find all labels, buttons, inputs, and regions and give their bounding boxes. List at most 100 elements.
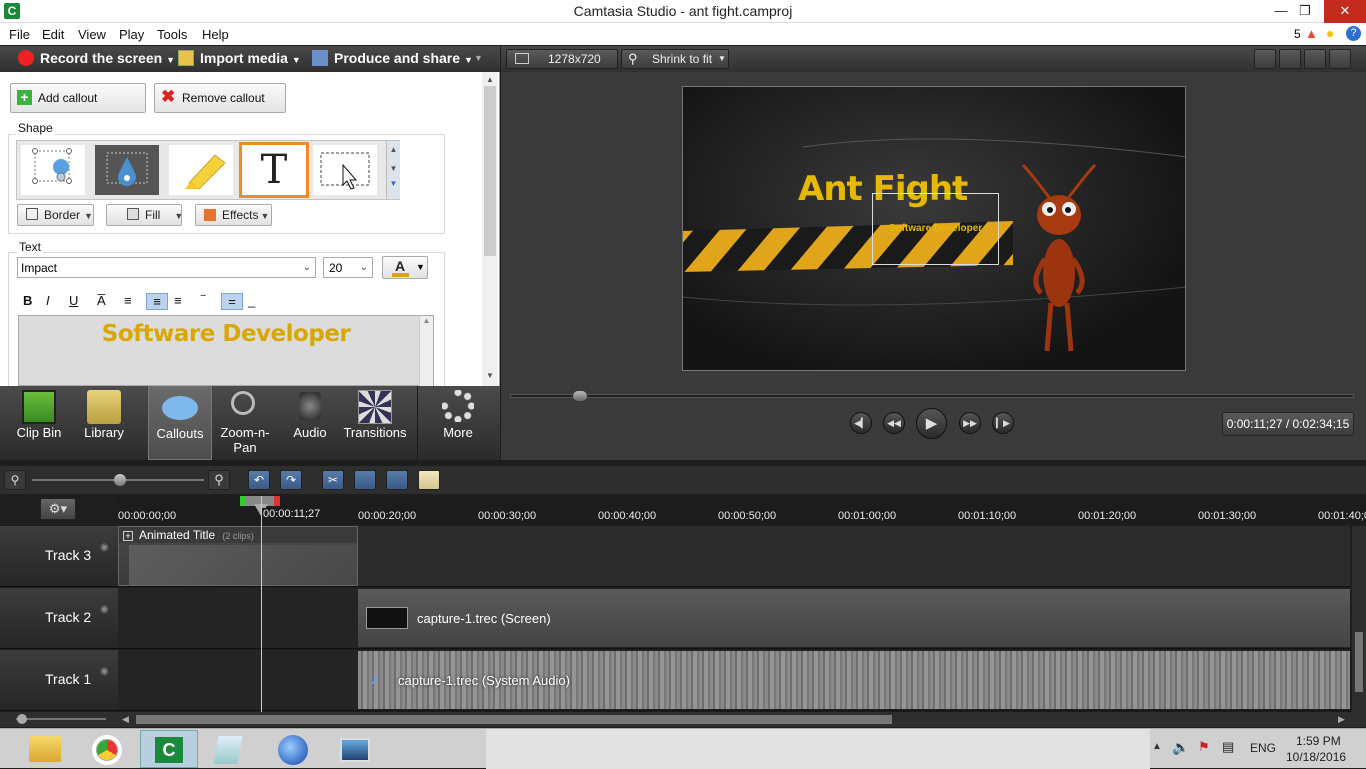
chrome-icon[interactable] <box>78 730 136 768</box>
effects-dropdown[interactable]: Effects ▼ <box>195 204 272 226</box>
copy-icon[interactable] <box>386 470 408 490</box>
zoom-slider-handle[interactable] <box>114 474 126 486</box>
track-3-lane[interactable]: + Animated Title (2 clips) <box>118 526 1350 587</box>
preview-scrubber[interactable] <box>510 394 1354 398</box>
camtasia-taskbar-icon[interactable]: C <box>140 730 198 768</box>
animated-title-clip[interactable]: + Animated Title (2 clips) <box>118 526 358 586</box>
track-3-header[interactable]: Track 3 ◉ <box>0 526 118 587</box>
editor-scrollbar[interactable]: ▲ <box>419 316 433 387</box>
shape-click-area[interactable] <box>313 145 377 195</box>
internet-explorer-icon[interactable] <box>264 730 322 768</box>
file-explorer-icon[interactable] <box>18 730 76 768</box>
redo-icon[interactable]: ↷ <box>280 470 302 490</box>
shape-text-selected[interactable]: T <box>239 142 309 198</box>
split-icon[interactable] <box>354 470 376 490</box>
help-icon[interactable]: ? <box>1346 26 1361 41</box>
jump-end-button[interactable]: ▎▶ <box>992 412 1014 434</box>
fast-forward-button[interactable]: ▶▶ <box>959 412 981 434</box>
restore-button[interactable]: ❐ <box>1292 0 1318 23</box>
track-1-lane[interactable]: ♪ capture-1.trec (System Audio) <box>118 650 1350 711</box>
menu-view[interactable]: View <box>78 27 106 42</box>
timeline-settings-gear-icon[interactable]: ⚙▾ <box>40 498 76 520</box>
undo-icon[interactable]: ↶ <box>248 470 270 490</box>
tab-library[interactable]: Library <box>76 386 132 460</box>
track-2-header[interactable]: Track 2 ◉ <box>0 588 118 649</box>
zoom-dropdown[interactable]: ⚲ Shrink to fit ▼ <box>621 49 729 69</box>
callout-text-editor[interactable]: Software Developer ▲ <box>18 315 434 387</box>
text-color-picker[interactable]: A ▼ <box>382 256 428 279</box>
border-dropdown[interactable]: Border ▼ <box>17 204 94 226</box>
tab-callouts[interactable]: Callouts <box>148 386 212 460</box>
fill-dropdown[interactable]: Fill ▼ <box>106 204 183 226</box>
scrubber-handle[interactable] <box>573 391 587 401</box>
menu-edit[interactable]: Edit <box>42 27 64 42</box>
bold-button[interactable]: B <box>23 293 32 308</box>
audio-clip[interactable]: ♪ capture-1.trec (System Audio) <box>358 651 1350 709</box>
track-1-header[interactable]: Track 1 ◉ <box>0 650 118 711</box>
track-2-lock-icon[interactable]: ◉ <box>100 604 109 615</box>
tab-zoom-n-pan[interactable]: Zoom-n- Pan <box>216 386 274 460</box>
valign-top-icon[interactable]: ‾ <box>201 293 205 308</box>
dimensions-button[interactable]: 1278x720 <box>506 49 618 69</box>
record-screen-button[interactable]: Record the screen ▼ <box>18 50 175 66</box>
underline-button[interactable]: U <box>69 293 78 308</box>
clock-date[interactable]: 10/18/2016 <box>1286 750 1346 764</box>
add-callout-button[interactable]: + Add callout <box>10 83 146 113</box>
zoom-in-icon[interactable]: ⚲ <box>208 470 230 490</box>
notepad-icon[interactable] <box>200 730 258 768</box>
align-right-icon[interactable]: ≡ <box>174 293 182 308</box>
video-canvas[interactable]: Ant Fight Software Developer <box>682 86 1186 371</box>
panel-scrollbar[interactable]: ▲ ▼ <box>482 72 498 386</box>
clock-time[interactable]: 1:59 PM <box>1296 734 1341 748</box>
timeline-vertical-scrollbar[interactable] <box>1352 526 1366 712</box>
shape-drop-dark[interactable] <box>95 145 159 195</box>
produce-share-button[interactable]: Produce and share ▼ <box>312 50 473 66</box>
font-select[interactable]: Impact ⌄ <box>17 257 316 278</box>
valign-bottom-icon[interactable]: _ <box>248 293 255 308</box>
menu-help[interactable]: Help <box>202 27 229 42</box>
minimize-button[interactable]: — <box>1268 0 1294 23</box>
notification-bell-icon[interactable]: ▲ <box>1305 26 1318 41</box>
photos-icon[interactable] <box>326 730 384 768</box>
valign-middle-icon[interactable]: = <box>221 293 243 310</box>
font-effects-icon[interactable]: A̅ <box>97 293 106 308</box>
tab-audio[interactable]: Audio <box>284 386 336 460</box>
tab-clip-bin[interactable]: Clip Bin <box>8 386 70 460</box>
callout-selection-box[interactable]: Software Developer <box>872 193 999 265</box>
font-size-select[interactable]: 20 ⌄ <box>323 257 373 278</box>
toolbar-overflow-icon[interactable]: ▼ <box>474 53 483 63</box>
track-2-lane[interactable]: capture-1.trec (Screen) <box>118 588 1350 649</box>
rewind-button[interactable]: ◀◀ <box>883 412 905 434</box>
language-indicator[interactable]: ENG <box>1250 741 1276 755</box>
screen-capture-clip[interactable]: capture-1.trec (Screen) <box>358 589 1350 647</box>
shape-bubble-blue[interactable] <box>21 145 85 195</box>
menu-play[interactable]: Play <box>119 27 144 42</box>
track-3-lock-icon[interactable]: ◉ <box>100 542 109 553</box>
paste-icon[interactable] <box>418 470 440 490</box>
italic-button[interactable]: I <box>46 293 50 308</box>
tab-more[interactable]: More <box>428 386 488 460</box>
action-center-icon[interactable]: ⚑ <box>1198 739 1210 755</box>
cut-icon[interactable]: ✂ <box>322 470 344 490</box>
track-1-lock-icon[interactable]: ◉ <box>100 666 109 677</box>
remove-callout-button[interactable]: ✖ Remove callout <box>154 83 286 113</box>
menu-tools[interactable]: Tools <box>157 27 187 42</box>
menu-file[interactable]: File <box>9 27 30 42</box>
tray-expand-icon[interactable]: ▲ <box>1152 741 1162 752</box>
lightbulb-icon[interactable]: ● <box>1326 25 1334 41</box>
import-media-button[interactable]: Import media ▼ <box>178 50 301 66</box>
pan-hand-icon[interactable] <box>1279 49 1301 69</box>
zoom-out-icon[interactable]: ⚲ <box>4 470 26 490</box>
timeline-horizontal-scrollbar[interactable]: ◀ ▶ <box>0 712 1366 727</box>
crop-icon[interactable] <box>1254 49 1276 69</box>
fullscreen-icon[interactable] <box>1304 49 1326 69</box>
tab-transitions[interactable]: Transitions <box>342 386 408 460</box>
align-center-icon[interactable]: ≡ <box>146 293 168 310</box>
detach-icon[interactable] <box>1329 49 1351 69</box>
shape-highlight[interactable] <box>169 145 233 195</box>
close-button[interactable]: ✕ <box>1324 0 1366 23</box>
network-icon[interactable]: ▤ <box>1222 739 1234 755</box>
jump-start-button[interactable]: ◀▎ <box>850 412 872 434</box>
volume-icon[interactable]: 🔈 <box>1172 739 1189 756</box>
align-left-icon[interactable]: ≡ <box>124 293 132 308</box>
